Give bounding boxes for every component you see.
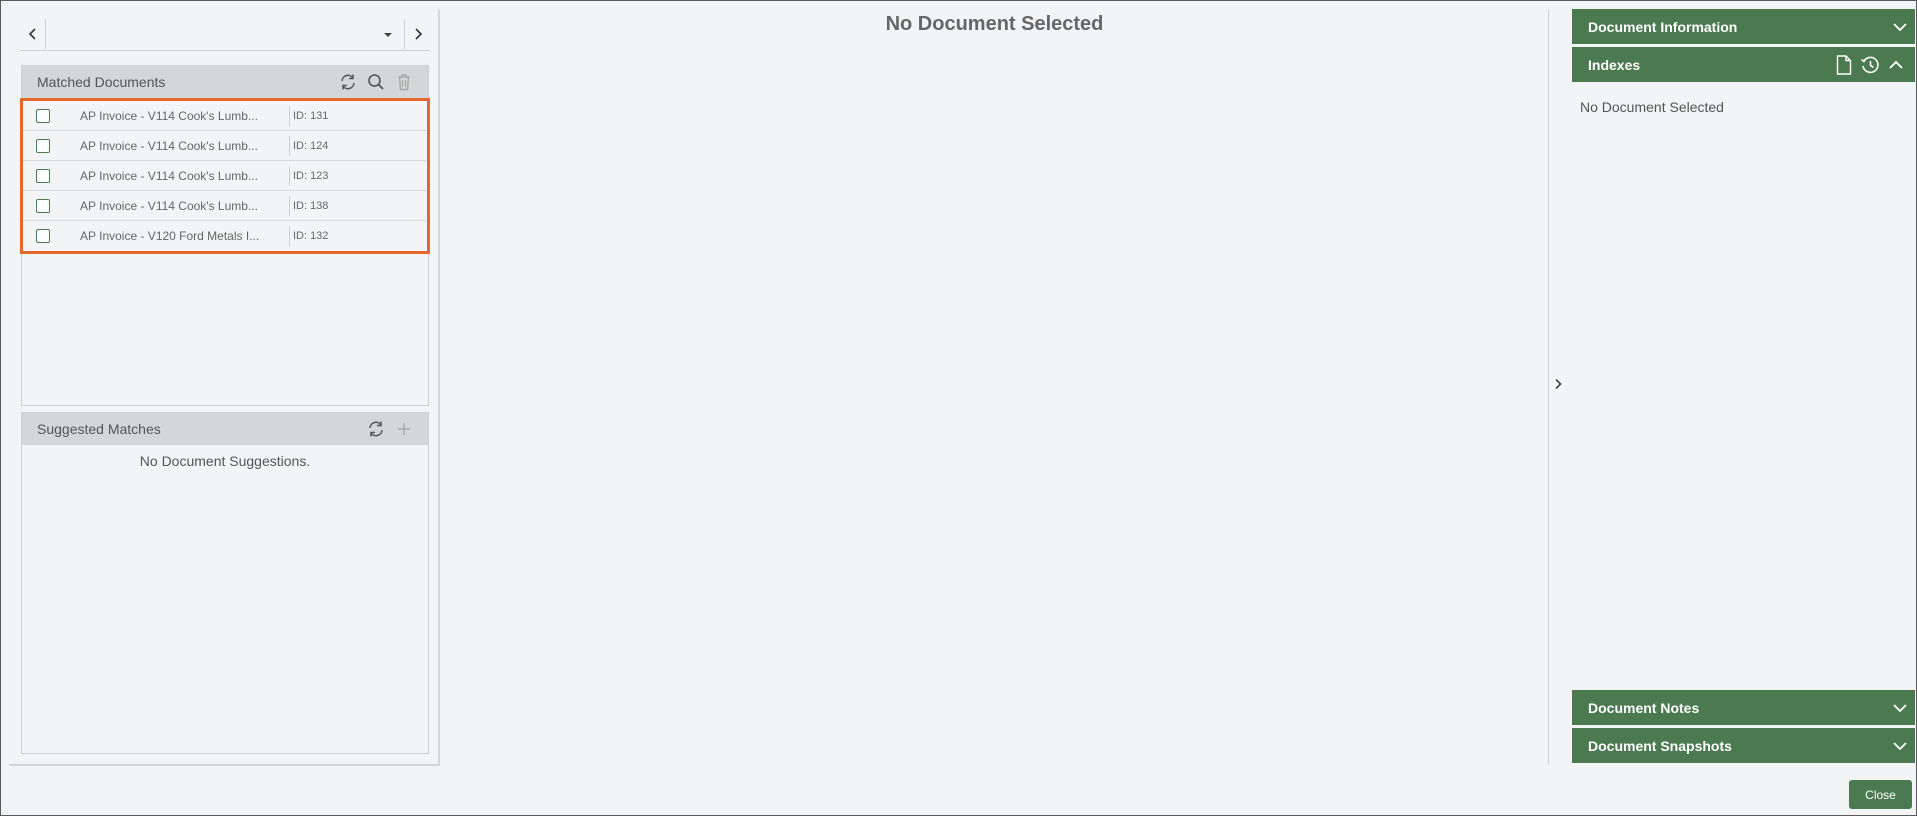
refresh-icon[interactable] xyxy=(366,419,386,439)
document-name: AP Invoice - V114 Cook's Lumb... xyxy=(80,165,290,186)
document-notes-title: Document Notes xyxy=(1588,699,1700,716)
chevron-right-icon xyxy=(1555,378,1562,390)
id-value: 131 xyxy=(310,109,329,122)
list-item[interactable]: AP Invoice - V114 Cook's Lumb... ID: 138 xyxy=(23,191,427,221)
panel-splitter[interactable] xyxy=(1548,9,1549,765)
trash-icon[interactable] xyxy=(394,72,414,92)
list-item[interactable]: AP Invoice - V114 Cook's Lumb... ID: 123 xyxy=(23,161,427,191)
next-button[interactable] xyxy=(404,19,430,49)
matched-documents-list: AP Invoice - V114 Cook's Lumb... ID: 131 … xyxy=(20,98,430,254)
document-name: AP Invoice - V114 Cook's Lumb... xyxy=(80,105,290,126)
document-snapshots-title: Document Snapshots xyxy=(1588,737,1732,754)
document-navigator xyxy=(20,17,430,51)
row-checkbox[interactable] xyxy=(36,229,50,243)
document-select[interactable] xyxy=(47,19,403,49)
row-checkbox[interactable] xyxy=(36,198,50,213)
row-checkbox[interactable] xyxy=(36,138,50,153)
plus-icon[interactable] xyxy=(394,419,414,439)
left-panel: Matched Documents AP Invoice - V114 Cook… xyxy=(9,9,439,765)
suggested-matches-title: Suggested Matches xyxy=(37,421,161,437)
document-id: ID: 123 xyxy=(290,170,328,182)
suggested-matches-section: Suggested Matches No Document Suggestion… xyxy=(21,412,429,754)
chevron-down-icon xyxy=(1885,741,1915,750)
matched-documents-title: Matched Documents xyxy=(37,74,166,90)
suggested-matches-header: Suggested Matches xyxy=(22,413,428,445)
viewer-title: No Document Selected xyxy=(885,13,1104,35)
chevron-left-icon xyxy=(28,28,36,40)
chevron-down-icon xyxy=(1885,22,1915,31)
id-label: ID: xyxy=(293,139,308,152)
id-label: ID: xyxy=(293,199,308,212)
document-id: ID: 138 xyxy=(290,200,328,212)
id-label: ID: xyxy=(293,109,308,122)
close-button[interactable]: Close xyxy=(1849,780,1912,809)
matched-documents-header: Matched Documents xyxy=(22,66,428,98)
document-name: AP Invoice - V114 Cook's Lumb... xyxy=(80,135,290,156)
document-snapshots-header[interactable]: Document Snapshots xyxy=(1572,728,1915,763)
id-value: 138 xyxy=(310,199,329,212)
id-value: 124 xyxy=(310,139,329,152)
chevron-up-icon[interactable] xyxy=(1885,54,1907,76)
search-icon[interactable] xyxy=(366,72,386,92)
previous-button[interactable] xyxy=(20,19,46,49)
collapse-panel-button[interactable] xyxy=(1551,374,1565,394)
chevron-down-icon xyxy=(1885,703,1915,712)
caret-down-icon xyxy=(384,33,392,37)
document-id: ID: 131 xyxy=(290,110,328,122)
refresh-icon[interactable] xyxy=(338,72,358,92)
list-item[interactable]: AP Invoice - V114 Cook's Lumb... ID: 131 xyxy=(23,101,427,131)
list-item[interactable]: AP Invoice - V114 Cook's Lumb... ID: 124 xyxy=(23,131,427,161)
row-checkbox[interactable] xyxy=(36,168,50,183)
chevron-right-icon xyxy=(414,28,422,40)
id-label: ID: xyxy=(293,169,308,182)
document-information-header[interactable]: Document Information xyxy=(1572,9,1915,44)
matched-documents-section: Matched Documents AP Invoice - V114 Cook… xyxy=(20,65,430,406)
document-name: AP Invoice - V120 Ford Metals I... xyxy=(80,226,290,246)
indexes-empty-text: No Document Selected xyxy=(1580,99,1724,115)
document-name: AP Invoice - V114 Cook's Lumb... xyxy=(80,195,290,216)
document-information-title: Document Information xyxy=(1588,18,1738,35)
indexes-header[interactable]: Indexes xyxy=(1572,47,1915,82)
document-notes-header[interactable]: Document Notes xyxy=(1572,690,1915,725)
id-value: 132 xyxy=(310,230,329,242)
document-icon[interactable] xyxy=(1833,54,1855,76)
document-id: ID: 132 xyxy=(290,230,328,242)
id-value: 123 xyxy=(310,169,329,182)
list-item[interactable]: AP Invoice - V120 Ford Metals I... ID: 13… xyxy=(23,221,427,251)
indexes-title: Indexes xyxy=(1588,56,1641,73)
row-checkbox[interactable] xyxy=(36,108,50,123)
history-icon[interactable] xyxy=(1859,54,1881,76)
right-panel: Document Information Indexes No Document… xyxy=(1572,9,1915,765)
empty-suggestions-text: No Document Suggestions. xyxy=(139,453,311,469)
id-label: ID: xyxy=(293,230,308,242)
document-id: ID: 124 xyxy=(290,140,328,152)
